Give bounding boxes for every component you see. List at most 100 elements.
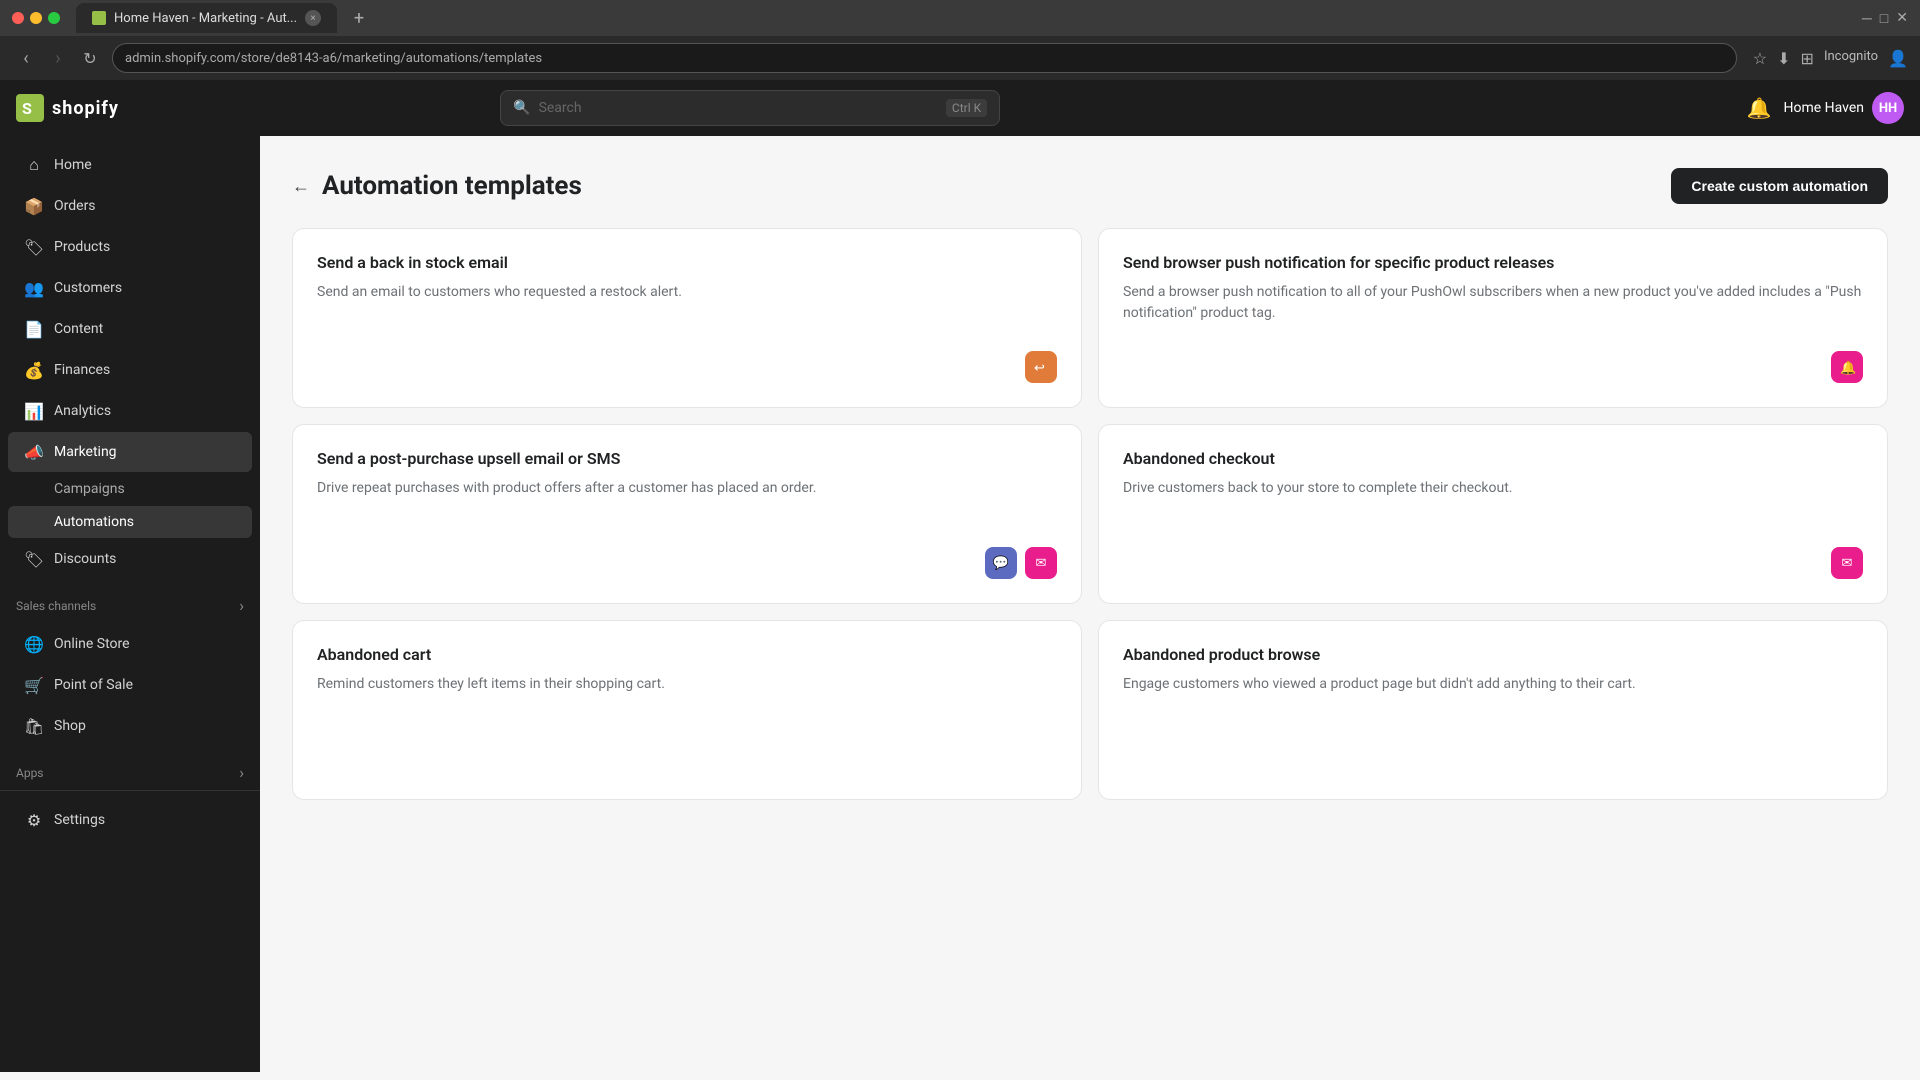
sidebar-label-marketing: Marketing [54,444,117,460]
tab-favicon [92,11,106,25]
sidebar-item-finances[interactable]: 💰 Finances [8,350,252,390]
card-title-abandoned-browse: Abandoned product browse [1123,645,1863,664]
download-icon[interactable]: ⬇ [1777,49,1790,68]
shopify-logo[interactable]: S shopify [16,94,119,122]
sidebar-item-discounts[interactable]: 🏷 Discounts [8,539,252,579]
sidebar-label-shop: Shop [54,718,86,734]
template-card-abandoned-cart[interactable]: Abandoned cart Remind customers they lef… [292,620,1082,800]
sidebar-subitem-automations[interactable]: Automations [8,506,252,538]
browser-tab[interactable]: Home Haven - Marketing - Aut... × [76,3,337,33]
orders-icon: 📦 [24,196,44,216]
marketing-icon: 📣 [24,442,44,462]
new-tab-btn[interactable]: + [345,4,373,32]
marketing-submenu: Campaigns Automations [0,473,260,538]
close-icon[interactable]: ✕ [1896,10,1908,27]
finances-icon: 💰 [24,360,44,380]
tab-close[interactable]: × [305,10,321,26]
sales-channels-label: Sales channels [16,599,96,613]
back-button[interactable]: ← [292,176,310,197]
tab-title: Home Haven - Marketing - Aut... [114,11,297,26]
card-desc-abandoned-browse: Engage customers who viewed a product pa… [1123,674,1863,695]
svg-text:↩: ↩ [1034,361,1045,376]
sidebar-item-settings[interactable]: ⚙ Settings [8,800,252,840]
card-title-abandoned-checkout: Abandoned checkout [1123,449,1863,468]
sidebar-label-home: Home [54,157,92,173]
sidebar-item-shop[interactable]: 🛍 Shop [8,706,252,746]
card-title-browser-push: Send browser push notification for speci… [1123,253,1863,272]
win-close-btn[interactable] [12,12,24,24]
notification-btn[interactable]: 🔔 [1747,96,1772,120]
sidebar-item-orders[interactable]: 📦 Orders [8,186,252,226]
search-box[interactable]: 🔍 Search Ctrl K [500,90,1000,126]
apps-expand[interactable]: › [239,763,244,782]
pos-icon: 🛒 [24,675,44,695]
discounts-icon: 🏷 [24,549,44,569]
nav-back-btn[interactable]: ‹ [12,44,40,72]
sidebar-label-analytics: Analytics [54,403,111,419]
svg-text:S: S [22,99,32,118]
template-card-abandoned-browse[interactable]: Abandoned product browse Engage customer… [1098,620,1888,800]
minimize-icon[interactable]: ─ [1862,10,1872,27]
sidebar-label-products: Products [54,239,110,255]
sidebar-item-products[interactable]: 🏷 Products [8,227,252,267]
card-title-post-purchase: Send a post-purchase upsell email or SMS [317,449,1057,468]
sidebar-item-analytics[interactable]: 📊 Analytics [8,391,252,431]
shopify-icon: S [16,94,44,122]
email-icon-abandoned-checkout: ✉ [1831,547,1863,579]
template-card-browser-push[interactable]: Send browser push notification for speci… [1098,228,1888,408]
sidebar-label-online-store: Online Store [54,636,130,652]
analytics-icon: 📊 [24,401,44,421]
push-notification-icon: 🔔 [1831,351,1863,383]
sidebar-item-home[interactable]: ⌂ Home [8,145,252,185]
url-text: admin.shopify.com/store/de8143-a6/market… [125,51,542,66]
sidebar-item-pos[interactable]: 🛒 Point of Sale [8,665,252,705]
extensions-icon[interactable]: ⊞ [1801,49,1814,68]
sidebar-item-customers[interactable]: 👥 Customers [8,268,252,308]
restock-icon-svg: ↩ [1032,358,1050,376]
sms-icon: 💬 [985,547,1017,579]
sidebar-label-orders: Orders [54,198,96,214]
address-bar[interactable]: admin.shopify.com/store/de8143-a6/market… [112,43,1737,73]
page-header: ← Automation templates Create custom aut… [292,168,1888,204]
apps-label: Apps [16,766,44,780]
incognito-label: Incognito [1824,49,1878,68]
sidebar-subitem-campaigns[interactable]: Campaigns [8,473,252,505]
logo-text: shopify [52,98,119,119]
store-name: Home Haven [1784,100,1865,116]
win-max-btn[interactable] [48,12,60,24]
nav-forward-btn[interactable]: › [44,44,72,72]
profile-icon[interactable]: 👤 [1888,49,1908,68]
sidebar-item-content[interactable]: 📄 Content [8,309,252,349]
store-menu[interactable]: Home Haven HH [1784,92,1905,124]
nav-reload-btn[interactable]: ↻ [76,44,104,72]
template-card-back-in-stock[interactable]: Send a back in stock email Send an email… [292,228,1082,408]
sidebar-label-settings: Settings [54,812,105,828]
template-card-post-purchase[interactable]: Send a post-purchase upsell email or SMS… [292,424,1082,604]
template-card-abandoned-checkout[interactable]: Abandoned checkout Drive customers back … [1098,424,1888,604]
avatar: HH [1872,92,1904,124]
sidebar-label-pos: Point of Sale [54,677,133,693]
shop-icon: 🛍 [24,716,44,736]
sidebar: ⌂ Home 📦 Orders 🏷 Products 👥 Customers 📄… [0,136,260,1072]
sales-channels-expand[interactable]: › [239,596,244,615]
card-desc-back-in-stock: Send an email to customers who requested… [317,282,1057,303]
sidebar-label-finances: Finances [54,362,110,378]
create-custom-automation-button[interactable]: Create custom automation [1671,168,1888,204]
online-store-icon: 🌐 [24,634,44,654]
products-icon: 🏷 [24,237,44,257]
page-title: Automation templates [322,171,582,201]
search-placeholder: Search [539,100,938,116]
sidebar-label-discounts: Discounts [54,551,116,567]
sidebar-item-marketing[interactable]: 📣 Marketing [8,432,252,472]
main-content: ← Automation templates Create custom aut… [260,136,1920,1072]
bookmark-icon[interactable]: ☆ [1753,49,1767,68]
sidebar-item-online-store[interactable]: 🌐 Online Store [8,624,252,664]
email-icon-post-purchase: ✉ [1025,547,1057,579]
win-min-btn[interactable] [30,12,42,24]
automations-label: Automations [54,514,134,530]
maximize-icon[interactable]: □ [1880,10,1888,27]
search-shortcut: Ctrl K [946,99,987,117]
card-desc-post-purchase: Drive repeat purchases with product offe… [317,478,1057,499]
card-desc-abandoned-checkout: Drive customers back to your store to co… [1123,478,1863,499]
search-icon: 🔍 [513,100,530,116]
